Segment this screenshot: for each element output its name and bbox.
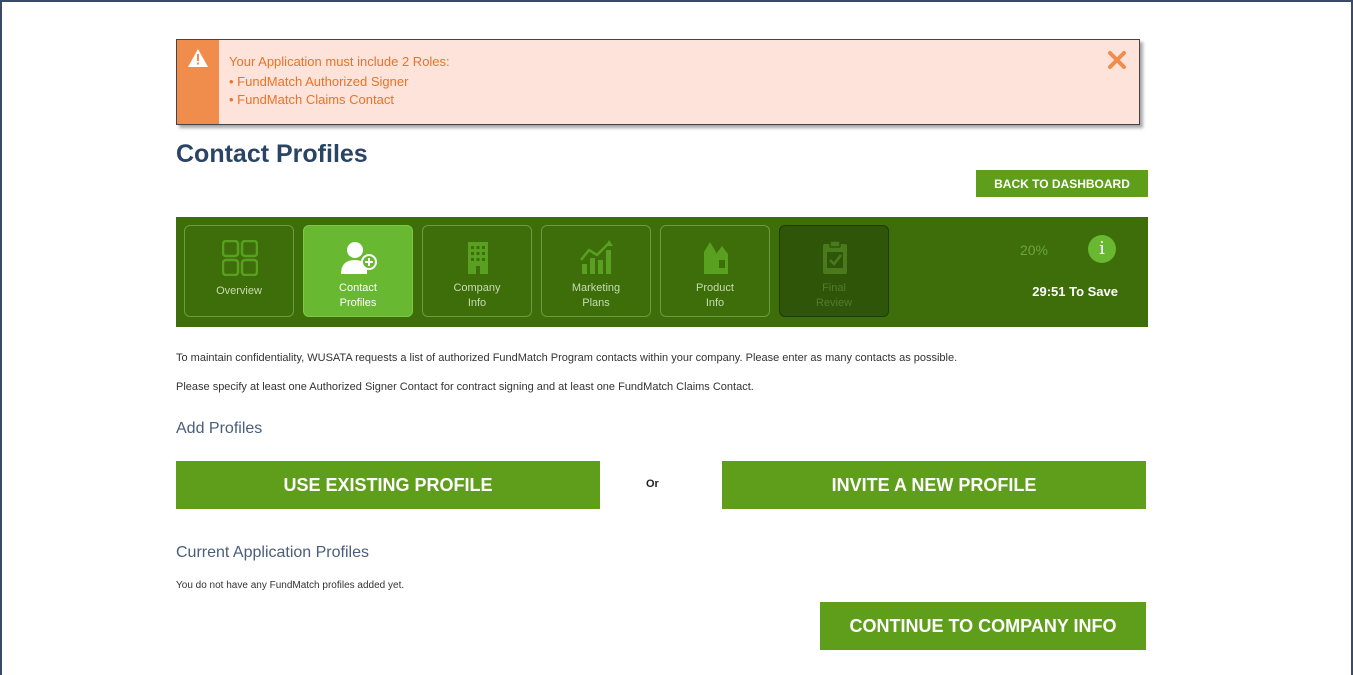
alert-role-item: FundMatch Claims Contact: [229, 91, 450, 109]
clipboard-check-icon: [823, 240, 847, 274]
application-steps-nav: Overview Contact Profiles Company Info M…: [176, 217, 1148, 327]
invite-new-profile-button[interactable]: INVITE A NEW PROFILE: [722, 461, 1146, 509]
progress-percent: 20%: [1019, 242, 1048, 258]
save-timer: 29:51 To Save: [1032, 284, 1118, 299]
step-label: Overview: [216, 285, 262, 297]
alert-icon-panel: [177, 40, 219, 124]
page-title: Contact Profiles: [176, 140, 368, 168]
alert-role-list: FundMatch Authorized Signer FundMatch Cl…: [229, 73, 450, 109]
use-existing-profile-button[interactable]: USE EXISTING PROFILE: [176, 461, 600, 509]
step-label: Company Info: [453, 282, 501, 309]
intro-text-1: To maintain confidentiality, WUSATA requ…: [176, 352, 958, 364]
add-profiles-heading: Add Profiles: [176, 420, 263, 437]
roles-alert: Your Application must include 2 Roles: F…: [176, 39, 1140, 125]
step-product-info[interactable]: Product Info: [660, 225, 770, 317]
building-icon: [468, 242, 488, 274]
alert-title: Your Application must include 2 Roles:: [229, 54, 450, 69]
step-overview[interactable]: Overview: [184, 225, 294, 317]
main-content: Your Application must include 2 Roles: F…: [176, 0, 1148, 675]
step-label: Final Review: [815, 282, 853, 309]
step-contact-profiles[interactable]: Contact Profiles: [303, 225, 413, 317]
alert-role-item: FundMatch Authorized Signer: [229, 73, 450, 91]
add-contact-icon: [341, 242, 377, 274]
alert-message: Your Application must include 2 Roles: F…: [229, 53, 450, 109]
close-icon: [1108, 51, 1126, 69]
step-label: Contact Profiles: [339, 282, 377, 309]
step-label: Product Info: [696, 282, 734, 309]
intro-text-2: Please specify at least one Authorized S…: [176, 381, 754, 393]
continue-to-company-info-button[interactable]: CONTINUE TO COMPANY INFO: [820, 602, 1146, 650]
step-company-info[interactable]: Company Info: [422, 225, 532, 317]
chart-growth-icon: [580, 240, 613, 274]
no-profiles-text: You do not have any FundMatch profiles a…: [176, 580, 405, 591]
grid-icon: [222, 240, 258, 276]
product-icon: [704, 242, 728, 274]
step-label: Marketing Plans: [571, 282, 621, 309]
step-final-review[interactable]: Final Review: [779, 225, 889, 317]
back-to-dashboard-button[interactable]: BACK TO DASHBOARD: [976, 170, 1148, 197]
current-profiles-heading: Current Application Profiles: [176, 544, 369, 561]
or-separator: Or: [646, 478, 659, 490]
warning-icon: [188, 49, 208, 67]
alert-close-button[interactable]: [1107, 50, 1127, 70]
info-icon[interactable]: i: [1088, 235, 1116, 263]
step-marketing-plans[interactable]: Marketing Plans: [541, 225, 651, 317]
